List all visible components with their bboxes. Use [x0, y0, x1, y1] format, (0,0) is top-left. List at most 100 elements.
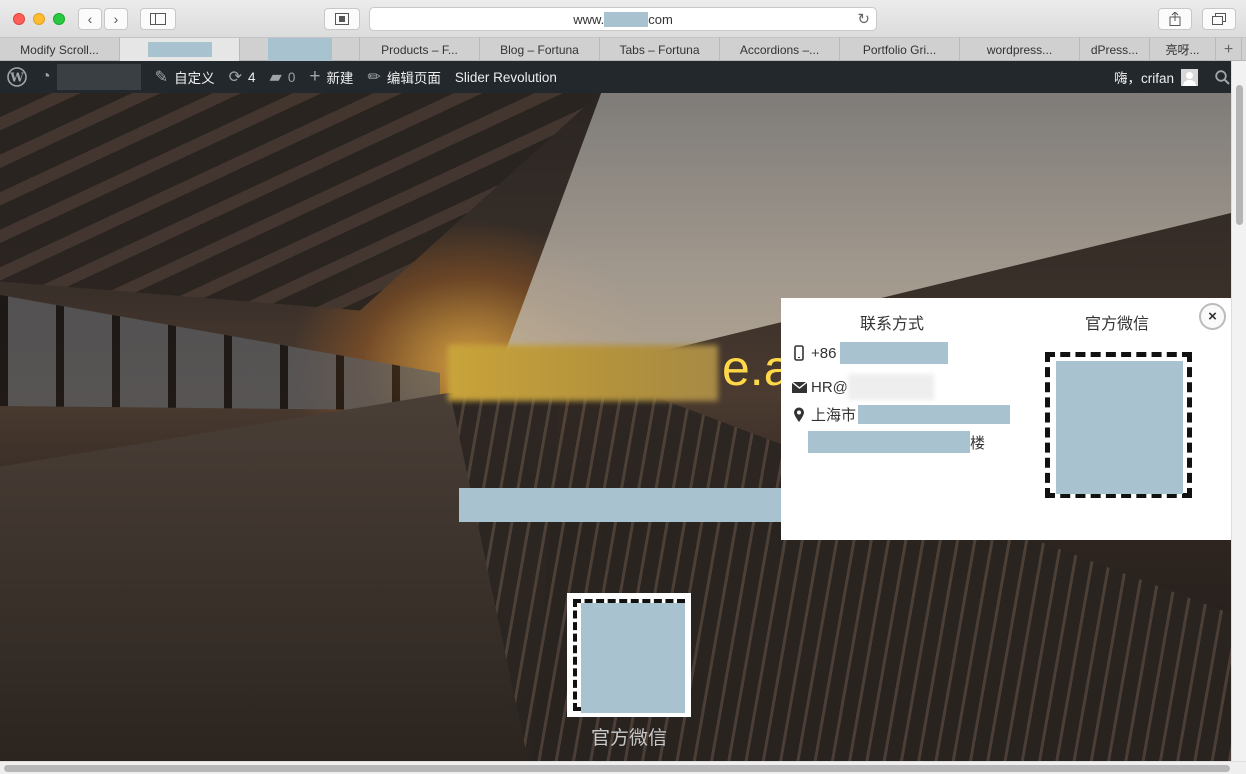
- tab-label: Blog – Fortuna: [500, 42, 579, 57]
- redacted-address-line2: [808, 431, 970, 453]
- slider-revolution-link[interactable]: Slider Revolution: [448, 61, 564, 93]
- address-prefix: 上海市: [811, 407, 857, 424]
- url-prefix: www.: [573, 11, 605, 27]
- horizontal-scrollbar[interactable]: [0, 761, 1246, 774]
- close-popup-button[interactable]: ×: [1199, 303, 1226, 330]
- tab-4[interactable]: Blog – Fortuna: [480, 38, 600, 61]
- comments-link[interactable]: ▰ 0: [263, 61, 303, 93]
- url-suffix: com: [648, 11, 673, 27]
- share-button[interactable]: [1158, 8, 1192, 30]
- address-bar[interactable]: www. com ↻: [369, 7, 877, 31]
- redacted-qr-image: [1056, 361, 1183, 494]
- horizontal-scroll-thumb[interactable]: [4, 765, 1230, 772]
- sidebar-icon: [150, 13, 166, 25]
- address-row-2: 楼: [808, 431, 985, 453]
- envelope-icon: [789, 381, 809, 393]
- redacted-address-line1: [858, 405, 1011, 424]
- back-button[interactable]: ‹: [78, 8, 102, 30]
- redacted-tab-title: [267, 38, 332, 61]
- edit-page-link[interactable]: ✏ 编辑页面: [360, 61, 447, 93]
- phone-icon: [789, 345, 809, 361]
- zoom-window-button[interactable]: [53, 13, 65, 25]
- greeting-label: 嗨，crifan: [1113, 71, 1174, 86]
- redacted-domain: [604, 11, 649, 27]
- forward-button[interactable]: ›: [104, 8, 128, 30]
- tab-10[interactable]: 亮呀...: [1150, 38, 1216, 61]
- phone-row: +86: [789, 342, 949, 364]
- tab-label: dPress...: [1090, 42, 1139, 57]
- minimize-window-button[interactable]: [33, 13, 45, 25]
- tab-1[interactable]: [120, 38, 240, 61]
- reader-button[interactable]: [324, 8, 360, 30]
- share-icon: [1169, 12, 1181, 26]
- contact-heading: 联系方式: [860, 316, 925, 333]
- redacted-tab-title: [147, 42, 212, 57]
- sidebar-toggle-button[interactable]: [140, 8, 176, 30]
- email-prefix: HR@: [811, 378, 848, 396]
- reload-icon[interactable]: ↻: [857, 10, 870, 28]
- new-label: 新建: [326, 71, 354, 86]
- location-pin-icon: [789, 407, 809, 423]
- tab-5[interactable]: Tabs – Fortuna: [600, 38, 720, 61]
- site-name-menu[interactable]: ◔: [34, 61, 148, 93]
- address-suffix: 楼: [970, 434, 986, 452]
- tab-label: 亮呀...: [1165, 43, 1200, 57]
- tabs-overview-icon: [1212, 13, 1226, 25]
- pencil-icon: ✏: [367, 69, 381, 86]
- tab-label: Accordions –...: [739, 42, 820, 57]
- new-tab-button[interactable]: +: [1216, 38, 1242, 61]
- wp-logo-menu[interactable]: W: [0, 61, 34, 93]
- tab-2[interactable]: [240, 38, 360, 61]
- customize-link[interactable]: ✎ 自定义: [148, 61, 222, 93]
- wp-admin-bar: W ◔ ✎ 自定义 ⟳ 4 ▰ 0 + 新建 ✏ 编辑页面 Slider Rev…: [0, 61, 1246, 93]
- tab-label: Portfolio Gri...: [862, 42, 937, 57]
- new-content-menu[interactable]: + 新建: [302, 61, 360, 93]
- redacted-hero-title: [448, 345, 718, 401]
- comment-icon: ▰: [269, 69, 282, 86]
- plus-icon: +: [1223, 40, 1234, 58]
- redacted-qr-image: [581, 603, 685, 713]
- updates-link[interactable]: ⟳ 4: [222, 61, 263, 93]
- tab-label: Tabs – Fortuna: [619, 42, 700, 57]
- qr-caption: 官方微信: [590, 728, 667, 749]
- tab-label: Modify Scroll...: [20, 42, 99, 57]
- comments-count: 0: [287, 69, 296, 85]
- plus-icon: +: [309, 66, 321, 87]
- dashboard-icon: ◔: [41, 68, 51, 85]
- redacted-hero-subtitle: [459, 488, 789, 522]
- edit-page-label: 编辑页面: [386, 71, 441, 86]
- updates-count: 4: [247, 69, 256, 85]
- wechat-heading: 官方微信: [1085, 316, 1150, 333]
- wordpress-logo-icon: W: [7, 67, 27, 87]
- tab-bar: Modify Scroll... Products – F... Blog – …: [0, 38, 1246, 61]
- phone-prefix: +86: [811, 344, 837, 362]
- email-row: HR@: [789, 374, 934, 400]
- tab-label: Products – F...: [381, 42, 458, 57]
- search-icon: [1215, 69, 1230, 85]
- tab-label: wordpress...: [986, 42, 1053, 57]
- vertical-scroll-thumb[interactable]: [1236, 85, 1243, 225]
- address-row: 上海市: [789, 404, 1011, 425]
- tab-0[interactable]: Modify Scroll...: [0, 38, 120, 61]
- show-tabs-button[interactable]: [1202, 8, 1236, 30]
- wechat-qr-code[interactable]: [567, 593, 691, 717]
- tab-9[interactable]: dPress...: [1080, 38, 1150, 61]
- tab-3[interactable]: Products – F...: [360, 38, 480, 61]
- update-icon: ⟳: [228, 69, 242, 86]
- popup-wechat-qr-code: [1045, 352, 1192, 498]
- contact-popup: 联系方式 官方微信 × +86 HR@ 上海市 楼: [781, 298, 1231, 540]
- my-account-menu[interactable]: 嗨，crifan: [1107, 61, 1205, 93]
- redacted-phone: [840, 342, 949, 364]
- close-icon: ×: [1208, 308, 1217, 325]
- close-window-button[interactable]: [13, 13, 25, 25]
- redacted-email: [847, 374, 934, 400]
- redacted-site-name: [56, 64, 141, 90]
- avatar: [1181, 68, 1198, 86]
- chevron-left-icon: ‹: [87, 11, 93, 27]
- tab-7[interactable]: Portfolio Gri...: [840, 38, 960, 61]
- vertical-scrollbar[interactable]: [1231, 61, 1246, 761]
- browser-titlebar: ‹ › www. com ↻: [0, 0, 1246, 38]
- tab-6[interactable]: Accordions –...: [720, 38, 840, 61]
- reader-icon: [335, 13, 349, 25]
- tab-8[interactable]: wordpress...: [960, 38, 1080, 61]
